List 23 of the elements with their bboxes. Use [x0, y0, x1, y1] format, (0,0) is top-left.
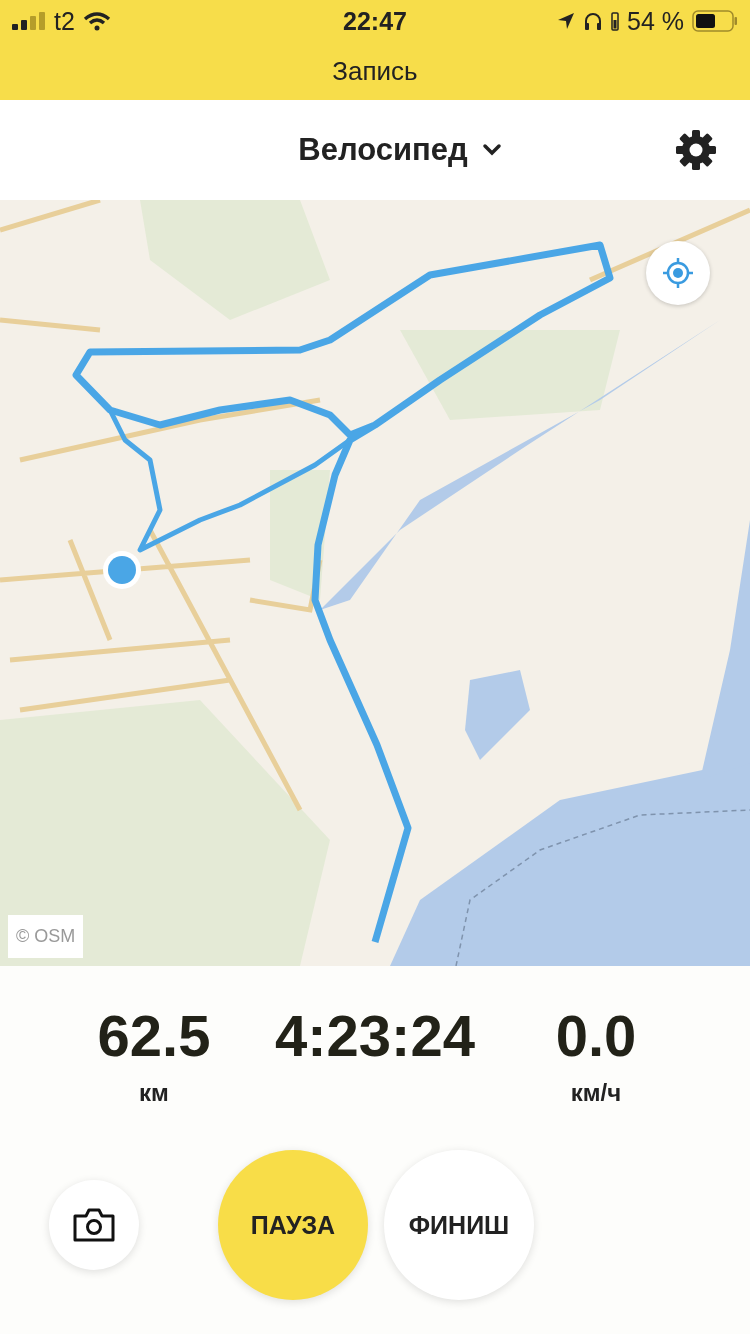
battery-icon [692, 10, 738, 32]
carrier-name: t2 [54, 6, 75, 36]
settings-icon[interactable] [674, 128, 718, 172]
headphones-icon [583, 11, 603, 31]
stat-value: 0.0 [555, 1002, 637, 1069]
battery-percent: 54 % [627, 6, 684, 36]
pause-button[interactable]: ПАУЗА [218, 1150, 368, 1300]
screen-title: Запись [331, 54, 419, 88]
status-time: 22:47 [343, 6, 407, 36]
stat-value: 62.5 [97, 1002, 211, 1069]
signal-icon [12, 12, 46, 30]
wifi-icon [82, 11, 111, 31]
charging-icon [611, 11, 619, 31]
stat-value: 4:23:24 [275, 1002, 475, 1069]
stat-unit: км/ч [570, 1079, 622, 1107]
location-arrow-icon [557, 12, 575, 30]
crosshair-icon [661, 256, 695, 290]
finish-button[interactable]: ФИНИШ [384, 1150, 534, 1300]
map-attribution: © OSM [8, 915, 84, 958]
stat-unit: км [139, 1079, 169, 1107]
activity-dropdown[interactable]: Велосипед [298, 132, 502, 168]
camera-icon [72, 1207, 116, 1243]
chevron-down-icon [481, 143, 502, 157]
